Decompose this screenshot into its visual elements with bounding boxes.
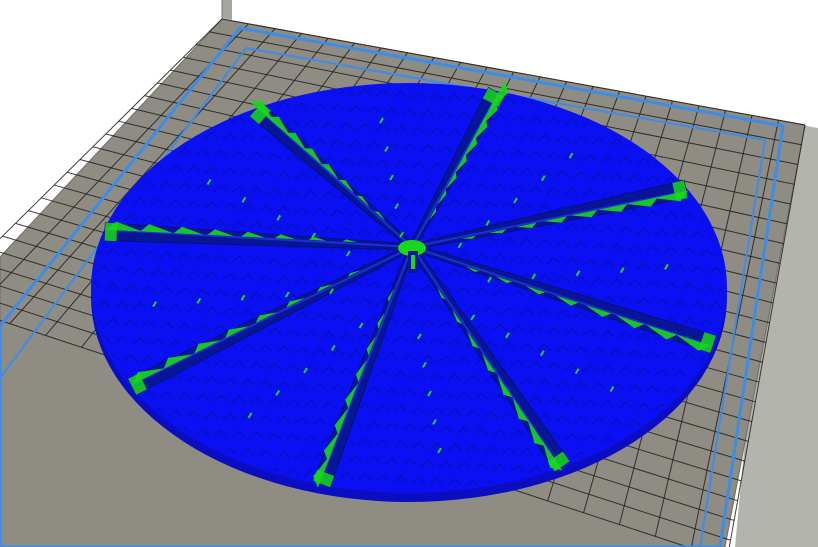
hub-post-support — [411, 255, 415, 269]
3d-print-preview-viewport[interactable] — [0, 0, 818, 547]
build-volume-back-wall — [222, 0, 232, 20]
3d-scene-canvas[interactable] — [0, 0, 818, 547]
spoke-end-support — [104, 222, 118, 242]
